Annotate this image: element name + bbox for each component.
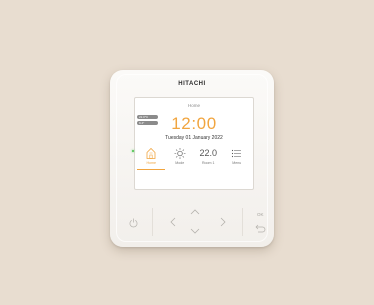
power-led xyxy=(132,150,134,152)
nav-item-home[interactable]: Home xyxy=(138,145,164,171)
active-tab-indicator xyxy=(137,169,165,170)
room-temp-icon: 22.0 xyxy=(199,148,218,158)
nav-label: Home xyxy=(146,161,157,165)
nav-item-mode[interactable]: Mode xyxy=(167,145,193,171)
ok-button[interactable]: OK xyxy=(257,212,264,217)
divider xyxy=(242,208,243,236)
left-arrow-button[interactable] xyxy=(170,217,176,227)
menu-icon xyxy=(232,149,242,158)
screen-nav: Home Mode 22.0 Room 1 Menu xyxy=(137,145,251,171)
thermostat-controller: HITACHI Home 22.0°C 9.4° 12:00 Tuesday 0… xyxy=(110,70,274,247)
home-icon xyxy=(146,147,156,159)
right-arrow-button[interactable] xyxy=(220,217,226,227)
button-panel: OK xyxy=(110,200,274,240)
divider xyxy=(152,208,153,236)
nav-item-room[interactable]: 22.0 Room 1 xyxy=(195,145,221,171)
nav-label: Mode xyxy=(175,161,185,165)
screen-title: Home xyxy=(187,103,200,108)
sun-icon xyxy=(174,148,186,159)
display-screen[interactable]: Home 22.0°C 9.4° 12:00 Tuesday 01 Januar… xyxy=(134,97,254,190)
power-button[interactable] xyxy=(129,218,138,228)
up-arrow-button[interactable] xyxy=(190,209,200,215)
down-arrow-button[interactable] xyxy=(190,228,200,234)
clock-time: 12:00 xyxy=(171,114,217,133)
brand-logo: HITACHI xyxy=(178,81,206,87)
nav-item-menu[interactable]: Menu xyxy=(224,145,250,171)
nav-label: Menu xyxy=(232,161,242,165)
clock-date: Tuesday 01 January 2022 xyxy=(165,135,223,141)
back-button[interactable] xyxy=(255,224,266,233)
nav-label: Room 1 xyxy=(201,161,215,165)
